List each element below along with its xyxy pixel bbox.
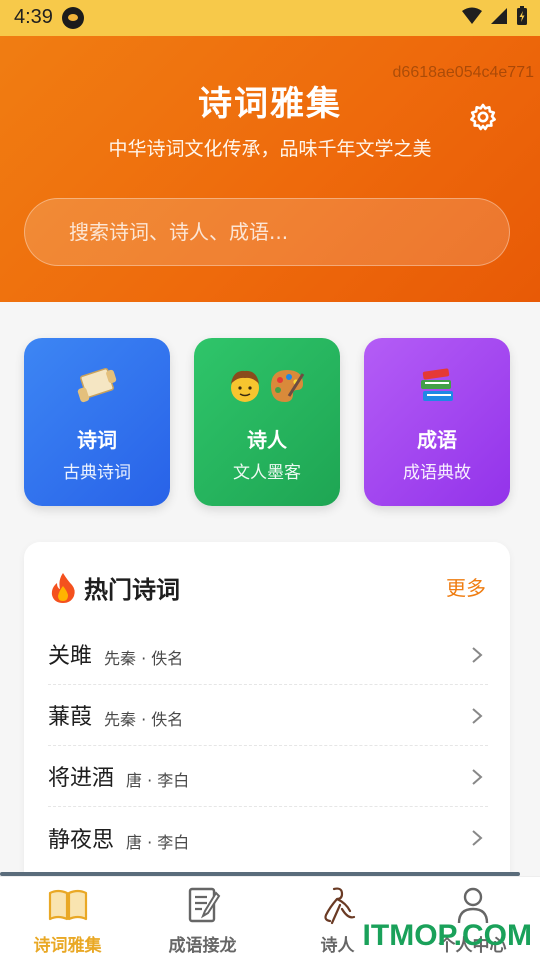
hot-poems-panel: 热门诗词 更多 关雎 先秦 · 佚名 蒹葭 先秦 · 佚名 将进酒 唐 · 李白… [24,542,510,902]
poem-title: 将进酒 [48,766,115,791]
artist-icon [194,364,340,408]
fire-icon [51,572,75,603]
list-item[interactable]: 将进酒 唐 · 李白 [48,746,488,807]
signal-icon [491,8,507,24]
poem-meta: 唐 · 李白 [126,771,190,790]
list-item[interactable]: 静夜思 唐 · 李白 [48,807,488,868]
category-subtitle: 成语典故 [403,463,471,483]
poem-title: 静夜思 [48,827,115,853]
poem-meta: 先秦 · 佚名 [104,649,184,668]
status-indicators [462,6,528,26]
scroll-icon [24,364,170,408]
list-item[interactable]: 蒹葭 先秦 · 佚名 [48,685,488,746]
book-icon [48,889,87,921]
app-notification-icon [62,7,84,29]
category-title: 成语 [417,428,457,452]
nav-label: 诗词雅集 [33,936,102,956]
nav-item-idiom-chain[interactable]: 成语接龙 [135,877,270,960]
search-input[interactable] [69,220,509,244]
poem-list: 关雎 先秦 · 佚名 蒹葭 先秦 · 佚名 将进酒 唐 · 李白 静夜思 唐 ·… [48,624,488,868]
edit-doc-icon [188,887,220,923]
settings-gear-icon[interactable] [468,102,498,132]
category-subtitle: 文人墨客 [233,463,301,483]
section-title: 热门诗词 [84,576,180,604]
site-watermark: ITMOP.COM [362,919,532,952]
category-card-poets[interactable]: 诗人 文人墨客 [194,338,340,506]
nav-item-poetry[interactable]: 诗词雅集 [0,877,135,960]
wifi-icon [462,7,482,24]
chevron-right-icon [472,708,483,724]
battery-icon [517,6,527,25]
poet-icon [323,887,355,925]
chevron-right-icon [472,647,483,663]
poem-meta: 先秦 · 佚名 [104,710,184,729]
poem-title: 关雎 [48,644,93,669]
category-card-poems[interactable]: 诗词 古典诗词 [24,338,170,506]
search-bar[interactable] [24,198,510,266]
page-title: 诗词雅集 [198,84,342,124]
poem-title: 蒹葭 [48,705,93,730]
hot-poems-header: 热门诗词 [50,570,180,605]
main-content: 诗词 古典诗词 诗人 文人墨客 成语 成语典故 热门诗词 更多 关雎 先秦 · … [0,302,540,902]
status-bar: 4:39 [0,0,540,36]
page-subtitle: 中华诗词文化传承，品味千年文学之美 [108,138,432,160]
category-subtitle: 古典诗词 [63,463,131,483]
list-item[interactable]: 关雎 先秦 · 佚名 [48,624,488,685]
status-time: 4:39 [14,6,53,28]
app-header: d6618ae054c4e771 诗词雅集 中华诗词文化传承，品味千年文学之美 [0,36,540,302]
bottom-nav: 诗词雅集 成语接龙 诗人 个人中心 ITMOP.COM [0,876,540,960]
category-card-idioms[interactable]: 成语 成语典故 [364,338,510,506]
chevron-right-icon [472,830,483,846]
category-title: 诗人 [247,428,287,452]
poem-meta: 唐 · 李白 [126,832,190,852]
more-link[interactable]: 更多 [446,572,486,601]
books-icon [364,364,510,408]
chevron-right-icon [472,769,483,785]
nav-label: 成语接龙 [168,936,237,956]
category-title: 诗词 [77,428,117,452]
